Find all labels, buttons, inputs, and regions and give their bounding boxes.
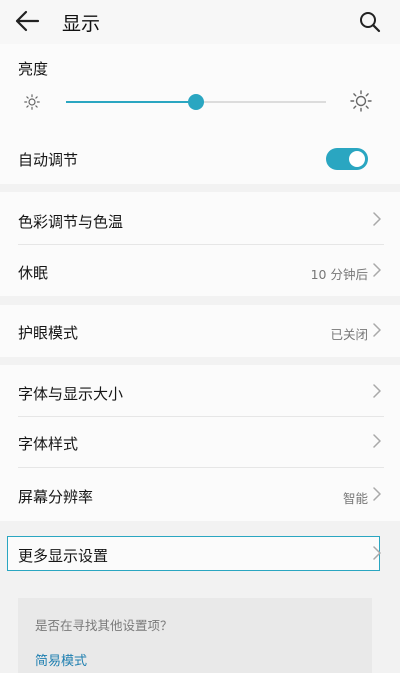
resolution-value: 智能 [342, 491, 368, 506]
sleep-value: 10 分钟后 [310, 267, 368, 282]
divider [18, 416, 384, 417]
back-arrow-icon[interactable] [14, 10, 40, 32]
page-title: 显示 [62, 13, 101, 35]
brightness-low-icon [24, 94, 40, 110]
eye-care-value: 已关闭 [330, 327, 368, 342]
color-temp-label[interactable]: 色彩调节与色温 [18, 211, 123, 232]
sleep-label[interactable]: 休眠 [18, 262, 48, 283]
chevron-right-icon [373, 263, 381, 277]
brightness-label: 亮度 [18, 60, 49, 78]
divider [18, 467, 384, 468]
suggestion-box: 是否在寻找其他设置项？ 简易模式 [18, 598, 372, 673]
header-bar: 显示 [0, 0, 400, 44]
brightness-high-icon [350, 90, 372, 112]
brightness-slider[interactable] [66, 94, 326, 110]
chevron-right-icon [373, 212, 381, 226]
divider [18, 244, 384, 245]
chevron-right-icon [373, 546, 381, 560]
chevron-right-icon [373, 434, 381, 448]
font-display-size-label[interactable]: 字体与显示大小 [18, 383, 123, 404]
search-icon[interactable] [358, 10, 382, 34]
brightness-slider-thumb[interactable] [188, 94, 204, 110]
more-display-settings-label[interactable]: 更多显示设置 [18, 545, 108, 566]
suggestion-question: 是否在寻找其他设置项？ [35, 618, 173, 633]
brightness-slider-fill [66, 101, 196, 103]
eye-care-label[interactable]: 护眼模式 [18, 322, 78, 343]
font-style-label[interactable]: 字体样式 [18, 433, 78, 454]
chevron-right-icon [373, 323, 381, 337]
auto-adjust-toggle[interactable] [326, 148, 368, 170]
chevron-right-icon [373, 384, 381, 398]
auto-adjust-label: 自动调节 [18, 151, 79, 169]
toggle-knob [349, 151, 365, 167]
chevron-right-icon [373, 487, 381, 501]
simple-mode-link[interactable]: 简易模式 [35, 650, 87, 669]
resolution-label[interactable]: 屏幕分辨率 [18, 486, 93, 507]
